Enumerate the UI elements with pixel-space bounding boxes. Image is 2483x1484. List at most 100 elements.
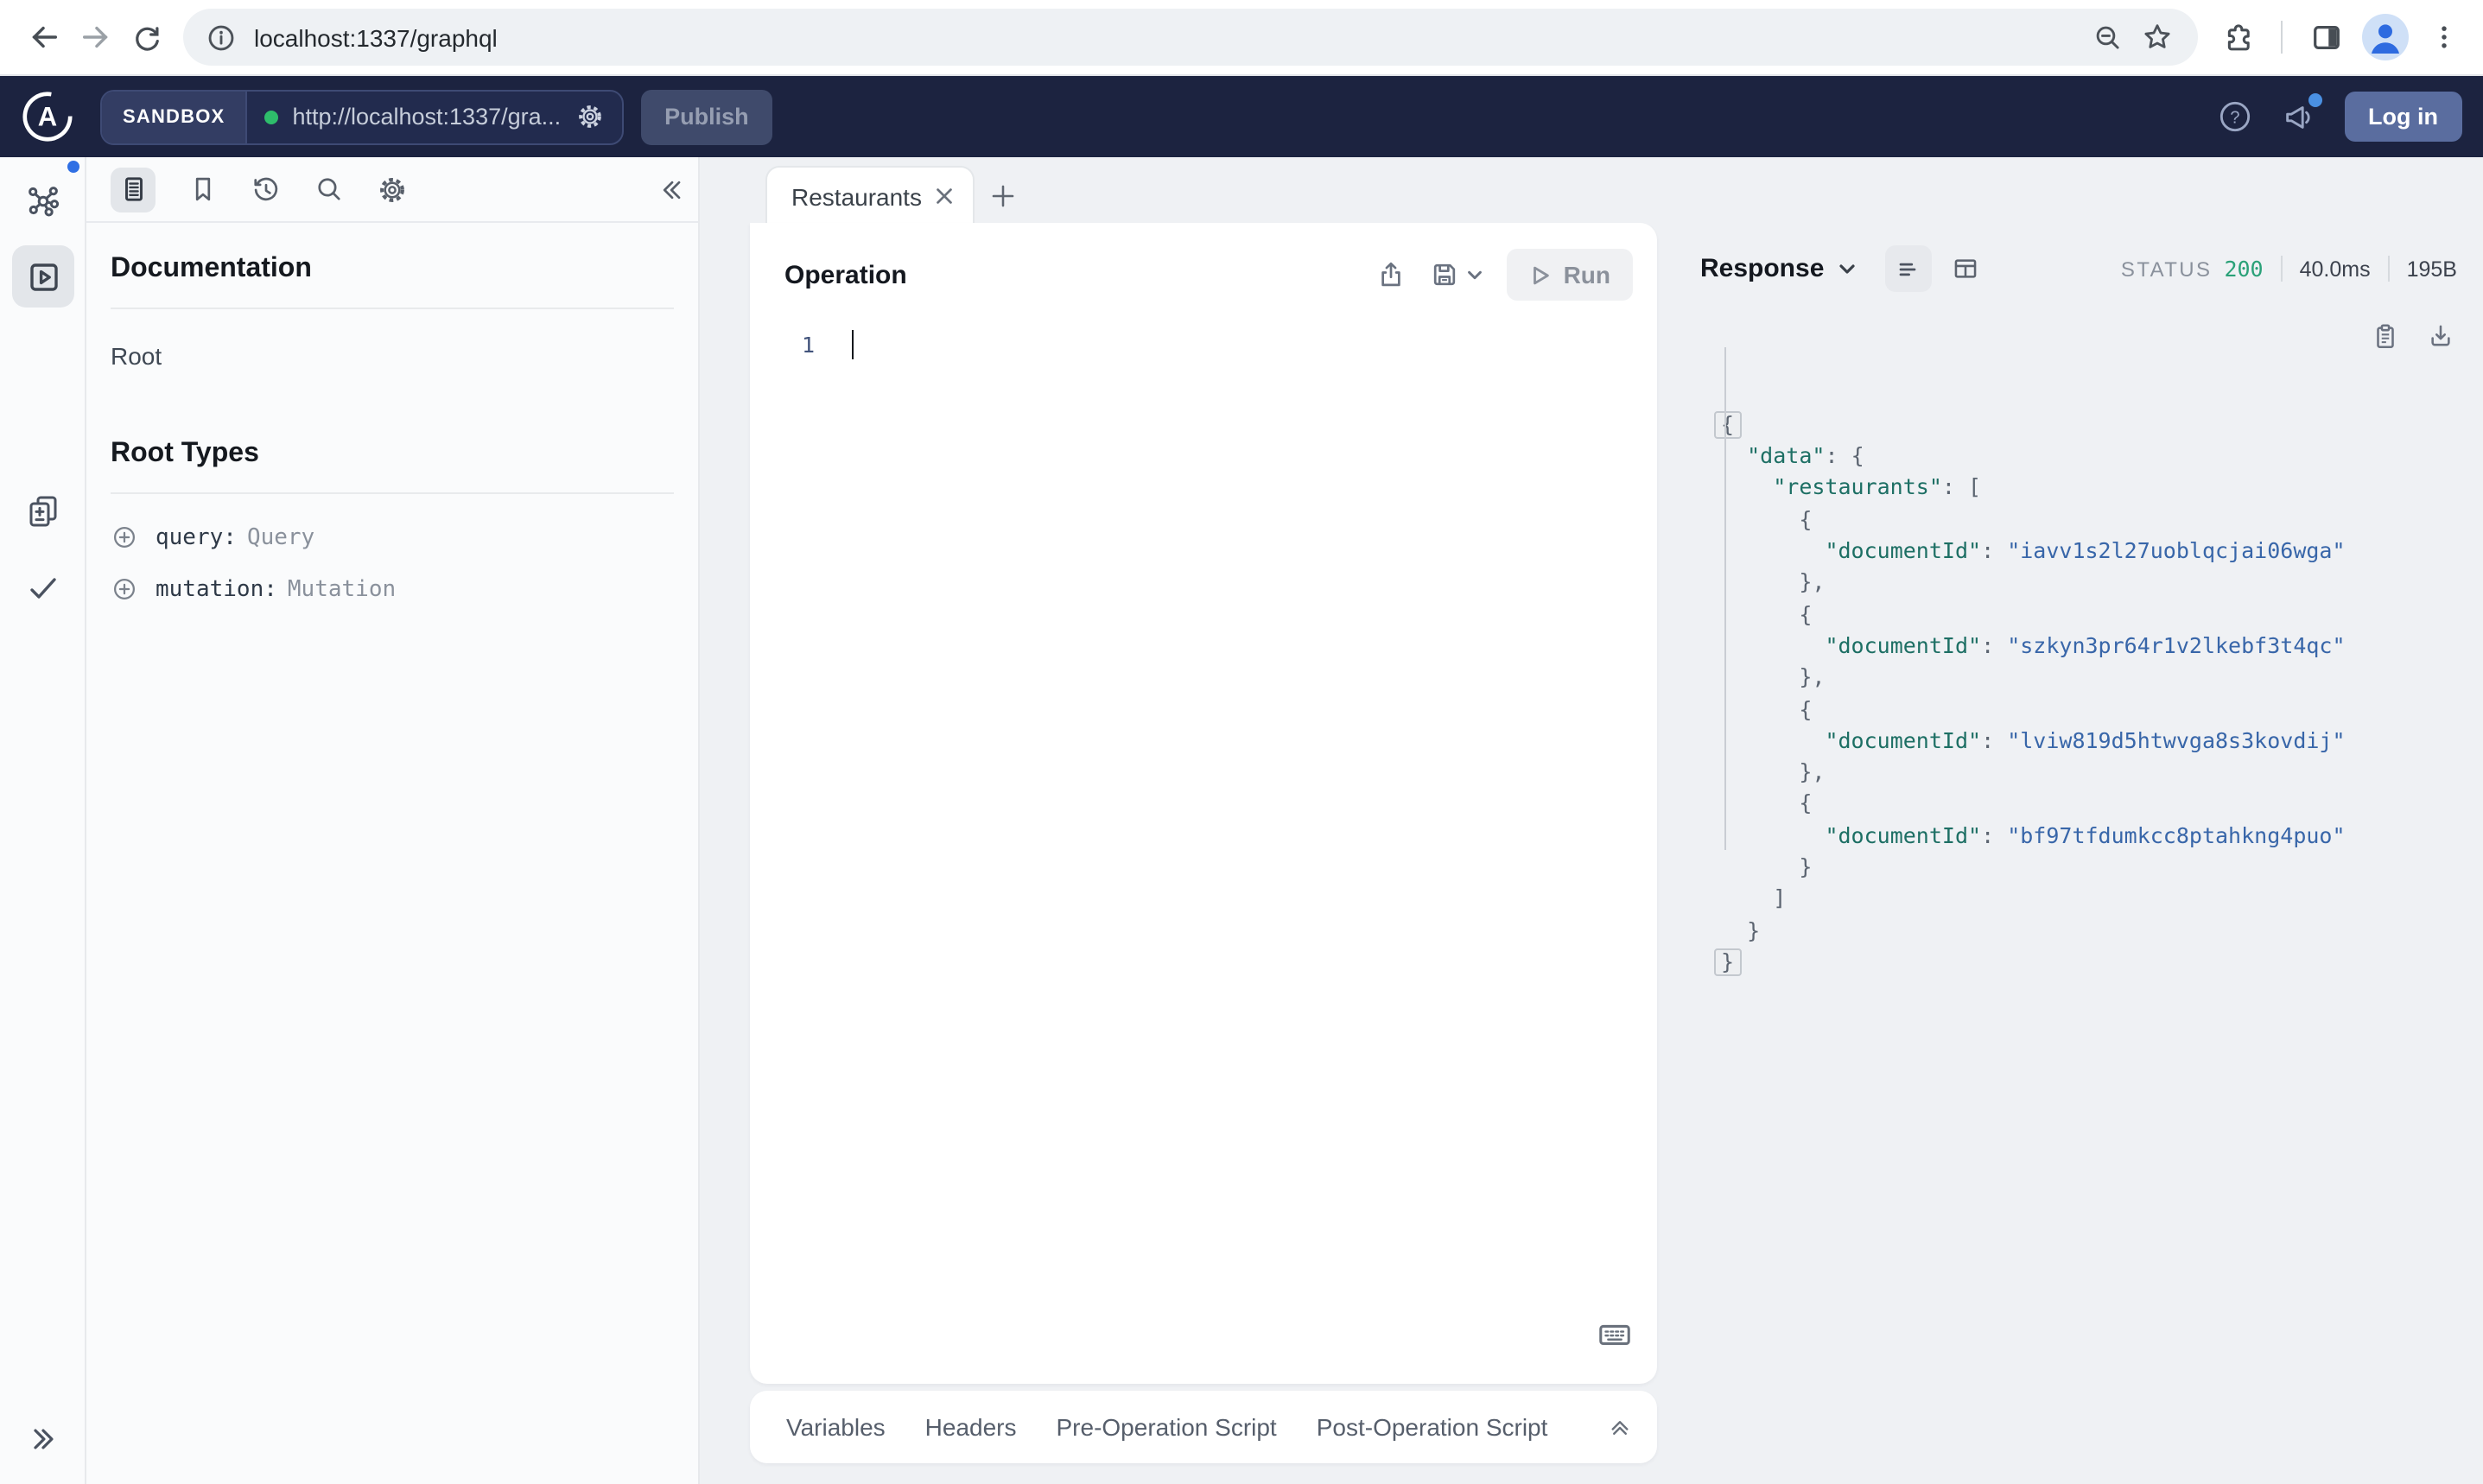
side-panel-icon[interactable] (2300, 11, 2352, 63)
reload-icon[interactable] (121, 11, 173, 63)
svg-text:A: A (37, 102, 56, 132)
json-line: "data": { (1747, 442, 1864, 469)
query-editor[interactable]: 1 (750, 330, 1657, 359)
json-line: "documentId": "lviw819d5htwvga8s3kovdij" (1825, 726, 2346, 753)
divider (111, 492, 674, 494)
address-bar[interactable]: localhost:1337/graphql (183, 9, 2198, 66)
url-text[interactable]: localhost:1337/graphql (254, 23, 2084, 51)
zoom-out-icon[interactable] (2084, 13, 2132, 61)
keyboard-shortcuts-icon[interactable] (1597, 1316, 1633, 1353)
tab-headers[interactable]: Headers (925, 1413, 1017, 1441)
info-icon[interactable] (204, 13, 238, 61)
root-type-mutation-row[interactable]: mutation: Mutation (111, 574, 674, 605)
root-type-query-row[interactable]: query: Query (111, 522, 674, 553)
explorer-icon[interactable] (12, 245, 74, 308)
json-line: } (1747, 916, 1761, 943)
star-icon[interactable] (2132, 13, 2181, 61)
login-button[interactable]: Log in (2344, 92, 2462, 142)
json-line: ] (1773, 885, 1787, 911)
search-icon[interactable] (314, 174, 344, 204)
app-window: localhost:1337/graphql A SANDBOX http://… (0, 0, 2483, 1484)
megaphone-icon[interactable] (2280, 93, 2321, 135)
add-circle-icon[interactable] (111, 523, 138, 551)
copy-icon[interactable] (2371, 321, 2400, 351)
root-label[interactable]: Root (111, 342, 674, 370)
endpoint-url[interactable]: http://localhost:1337/gra... (292, 104, 561, 130)
settings-gear-icon[interactable] (377, 174, 408, 205)
endpoint-gear-icon[interactable] (575, 102, 604, 131)
extensions-icon[interactable] (2212, 11, 2264, 63)
documentation-title: Documentation (111, 254, 312, 283)
chevron-down-icon (1838, 263, 1855, 273)
fold-line (1724, 347, 1726, 850)
document-icon[interactable] (111, 167, 156, 212)
text-cursor (851, 330, 854, 359)
query-field-label: query: (156, 525, 237, 551)
run-button[interactable]: Run (1506, 249, 1633, 301)
play-icon (1533, 265, 1549, 284)
help-icon[interactable]: ? (2216, 98, 2252, 135)
json-line: { (1799, 790, 1813, 816)
schema-graph-icon[interactable] (24, 183, 60, 219)
operation-title: Operation (784, 260, 907, 289)
new-tab-icon[interactable] (981, 174, 1023, 216)
json-line: "documentId": "iavv1s2l27uoblqcjai06wga" (1825, 537, 2346, 564)
fold-toggle[interactable]: } (1714, 948, 1742, 976)
tab-variables[interactable]: Variables (786, 1413, 886, 1441)
history-icon[interactable] (251, 174, 282, 205)
diff-icon[interactable] (24, 492, 60, 529)
tab-post-operation-script[interactable]: Post-Operation Script (1317, 1413, 1548, 1441)
forward-icon[interactable] (69, 11, 121, 63)
stat-divider (2387, 256, 2390, 282)
chevron-down-icon[interactable] (1465, 265, 1484, 284)
json-line: { (1799, 600, 1813, 627)
share-icon[interactable] (1375, 259, 1407, 290)
rail-notification-dot (67, 161, 79, 173)
operation-panel: Operation Run 1 (750, 223, 1657, 1384)
documentation-panel: Documentation Root Root Types query: Quer… (86, 157, 700, 1484)
back-icon[interactable] (17, 11, 69, 63)
table-view-icon[interactable] (1950, 254, 1979, 283)
main-area: Restaurants Operation Run 1 Variables He… (700, 157, 2483, 1484)
expand-right-icon[interactable] (27, 1424, 58, 1455)
menu-kebab-icon[interactable] (2417, 11, 2469, 63)
download-icon[interactable] (2426, 321, 2455, 351)
tab-pre-operation-script[interactable]: Pre-Operation Script (1057, 1413, 1277, 1441)
svg-text:?: ? (2229, 109, 2239, 128)
notification-dot (2308, 93, 2321, 107)
status-code: 200 (2224, 256, 2264, 282)
stat-divider (2280, 256, 2283, 282)
toolbar-divider (2281, 21, 2283, 54)
profile-avatar[interactable] (2359, 11, 2410, 63)
endpoint-bar[interactable]: SANDBOX http://localhost:1337/gra... (100, 89, 624, 144)
publish-button[interactable]: Publish (640, 89, 773, 144)
mutation-type-link[interactable]: Mutation (288, 577, 396, 603)
connection-status-dot (264, 110, 279, 124)
response-body: { "data": { "restaurants": [ { "document… (1657, 299, 2483, 1384)
json-line: "restaurants": [ (1773, 473, 1982, 500)
collapse-up-icon[interactable] (1607, 1414, 1633, 1440)
fold-toggle[interactable]: { (1714, 410, 1742, 439)
format-lines-icon[interactable] (1884, 245, 1932, 292)
tab-restaurants[interactable]: Restaurants (765, 166, 975, 225)
json-line: }, (1799, 663, 1826, 690)
bookmark-icon[interactable] (188, 174, 218, 204)
response-json[interactable]: { "data": { "restaurants": [ { "document… (1714, 314, 2346, 1042)
json-line: "documentId": "szkyn3pr64r1v2lkebf3t4qc" (1825, 631, 2346, 658)
json-line: }, (1799, 758, 1826, 785)
sandbox-chip: SANDBOX (102, 91, 248, 143)
checklist-icon[interactable] (24, 570, 60, 606)
json-line: } (1714, 947, 2346, 979)
status-label: STATUS (2120, 257, 2213, 281)
close-tab-icon[interactable] (933, 185, 956, 207)
browser-toolbar: localhost:1337/graphql (0, 0, 2483, 76)
save-button-group[interactable] (1429, 259, 1484, 290)
collapse-left-icon[interactable] (658, 175, 689, 203)
save-icon[interactable] (1429, 259, 1460, 290)
add-circle-icon[interactable] (111, 575, 138, 603)
query-type-link[interactable]: Query (247, 525, 314, 551)
tab-label[interactable]: Restaurants (791, 182, 923, 210)
json-line: } (1799, 853, 1813, 880)
response-panel: Response STATUS 200 40.0ms 195B {"data"… (1657, 223, 2483, 1384)
response-title[interactable]: Response (1700, 254, 1857, 283)
